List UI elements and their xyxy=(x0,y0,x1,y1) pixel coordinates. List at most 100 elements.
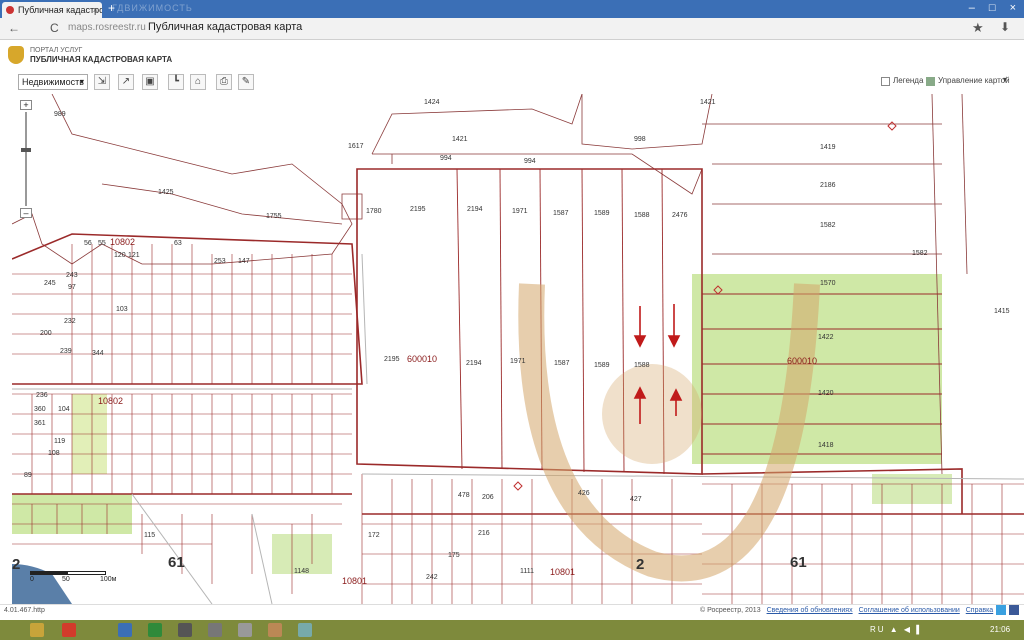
parcel-label[interactable]: 478 xyxy=(458,492,470,499)
parcel-label[interactable]: 108 xyxy=(48,450,60,457)
parcel-label[interactable]: 121 xyxy=(128,252,140,259)
url-page-title[interactable]: Публичная кадастровая карта xyxy=(148,21,302,33)
parcel-label[interactable]: 115 xyxy=(144,532,155,539)
parcel-label[interactable]: 175 xyxy=(448,552,460,559)
facebook-icon[interactable] xyxy=(1009,605,1019,615)
parcel-label[interactable]: 1420 xyxy=(818,390,834,397)
parcel-label[interactable]: 253 xyxy=(214,258,226,265)
parcel-label[interactable]: 2194 xyxy=(467,206,483,213)
measure-tool-button[interactable]: ┗ xyxy=(168,74,184,90)
parcel-label[interactable]: 1588 xyxy=(634,362,650,369)
excel-icon[interactable] xyxy=(148,623,162,637)
parcel-label[interactable]: 427 xyxy=(630,496,642,503)
folder-icon[interactable] xyxy=(30,623,44,637)
parcel-label[interactable]: 1755 xyxy=(266,213,282,220)
parcel-label[interactable]: 239 xyxy=(60,348,72,355)
parcel-label[interactable]: 1570 xyxy=(820,280,836,287)
parcel-label[interactable]: 1617 xyxy=(348,143,364,150)
portal-title[interactable]: ПУБЛИЧНАЯ КАДАСТРОВАЯ КАРТА xyxy=(30,55,172,64)
legend-label[interactable]: Легенда xyxy=(893,76,923,85)
parcel-label[interactable]: 89 xyxy=(24,472,32,479)
parcel-label[interactable]: 104 xyxy=(58,406,70,413)
close-tab-icon[interactable]: × xyxy=(93,2,98,18)
parcel-label[interactable]: 242 xyxy=(426,574,438,581)
layers-tool-button[interactable]: ▣ xyxy=(142,74,158,90)
parcel-label[interactable]: 1971 xyxy=(510,358,526,365)
parcel-label[interactable]: 360 xyxy=(34,406,46,413)
parcel-label[interactable]: 206 xyxy=(482,494,494,501)
parcel-label[interactable]: 1587 xyxy=(553,210,569,217)
parcel-label[interactable]: 1780 xyxy=(366,208,382,215)
parcel-label[interactable]: 1588 xyxy=(634,212,650,219)
parcel-label[interactable]: 1422 xyxy=(818,334,834,341)
cadastral-map[interactable]: + – 10802 10802 600010 600010 10801 1080… xyxy=(12,94,1024,604)
parcel-label[interactable]: 1582 xyxy=(912,250,928,257)
parcel-label[interactable]: 1421 xyxy=(700,99,716,106)
parcel-label[interactable]: 55 xyxy=(98,240,106,247)
parcel-label[interactable]: 245 xyxy=(44,280,56,287)
parcel-label[interactable]: 236 xyxy=(36,392,48,399)
parcel-label[interactable]: 1415 xyxy=(994,308,1010,315)
system-tray[interactable]: RU ▲ ◀ ▌ xyxy=(870,625,924,634)
parcel-label[interactable]: 1589 xyxy=(594,210,610,217)
yandex-browser-icon[interactable] xyxy=(62,623,76,637)
app-icon[interactable] xyxy=(238,623,252,637)
parcel-label[interactable]: 1582 xyxy=(820,222,836,229)
parcel-label[interactable]: 994 xyxy=(524,158,536,165)
legend-checkbox[interactable] xyxy=(881,77,890,86)
parcel-label[interactable]: 1424 xyxy=(424,99,440,106)
url-host[interactable]: maps.rosreestr.ru xyxy=(68,22,146,33)
area-tool-button[interactable]: ⌂ xyxy=(190,74,206,90)
browser-tab[interactable]: Публичная кадастровая × xyxy=(2,2,102,18)
parcel-label[interactable]: 361 xyxy=(34,420,46,427)
parcel-label[interactable]: 216 xyxy=(478,530,490,537)
parcel-label[interactable]: 2194 xyxy=(466,360,482,367)
app-icon[interactable] xyxy=(268,623,282,637)
app-icon[interactable] xyxy=(298,623,312,637)
parcel-label[interactable]: 232 xyxy=(64,318,76,325)
maximize-button[interactable]: □ xyxy=(989,2,996,14)
zoom-track[interactable] xyxy=(25,112,27,206)
parcel-label[interactable]: 1971 xyxy=(512,208,528,215)
parcel-label[interactable]: 1419 xyxy=(820,144,836,151)
zoom-in-button[interactable]: + xyxy=(20,100,32,110)
download-icon[interactable]: ⬇ xyxy=(1000,20,1010,34)
parcel-label[interactable]: 1587 xyxy=(554,360,570,367)
terms-link[interactable]: Соглашение об использовании xyxy=(859,607,960,614)
parcel-label[interactable]: 2186 xyxy=(820,182,836,189)
parcel-label[interactable]: 426 xyxy=(578,490,590,497)
back-button[interactable]: ← xyxy=(8,21,20,35)
select-tool-button[interactable]: ⇲ xyxy=(94,74,110,90)
parcel-label[interactable]: 989 xyxy=(54,111,66,118)
map-manager-label[interactable]: Управление картой xyxy=(938,76,1010,85)
map-manager-icon[interactable] xyxy=(926,77,935,86)
zoom-out-button[interactable]: – xyxy=(20,208,32,218)
parcel-label[interactable]: 1421 xyxy=(452,136,468,143)
zoom-slider-thumb[interactable] xyxy=(21,148,31,152)
parcel-label[interactable]: 2195 xyxy=(410,206,426,213)
close-window-button[interactable]: × xyxy=(1010,2,1016,14)
parcel-label[interactable]: 2195 xyxy=(384,356,400,363)
layer-select[interactable]: Недвижимость ▾ xyxy=(18,74,88,90)
parcel-label[interactable]: 998 xyxy=(634,136,646,143)
help-link[interactable]: Справка xyxy=(966,607,993,614)
parcel-label[interactable]: 56 xyxy=(84,240,92,247)
parcel-label[interactable]: 243 xyxy=(66,272,78,279)
app-icon[interactable] xyxy=(178,623,192,637)
parcel-label[interactable]: 344 xyxy=(92,350,104,357)
identify-tool-button[interactable]: ↗ xyxy=(118,74,134,90)
parcel-label[interactable]: 1111 xyxy=(520,568,534,575)
parcel-label[interactable]: 1589 xyxy=(594,362,610,369)
parcel-label[interactable]: 1425 xyxy=(158,189,174,196)
app-icon[interactable] xyxy=(208,623,222,637)
parcel-label[interactable]: 994 xyxy=(440,155,452,162)
parcel-label[interactable]: 63 xyxy=(174,240,182,247)
reload-button[interactable]: C xyxy=(50,21,59,35)
bookmark-star-icon[interactable]: ★ xyxy=(972,20,984,36)
parcel-label[interactable]: 147 xyxy=(238,258,250,265)
parcel-label[interactable]: 2476 xyxy=(672,212,688,219)
twitter-icon[interactable] xyxy=(996,605,1006,615)
draw-tool-button[interactable]: ✎ xyxy=(238,74,254,90)
print-tool-button[interactable]: ⎙ xyxy=(216,74,232,90)
parcel-label[interactable]: 1148 xyxy=(294,568,309,575)
